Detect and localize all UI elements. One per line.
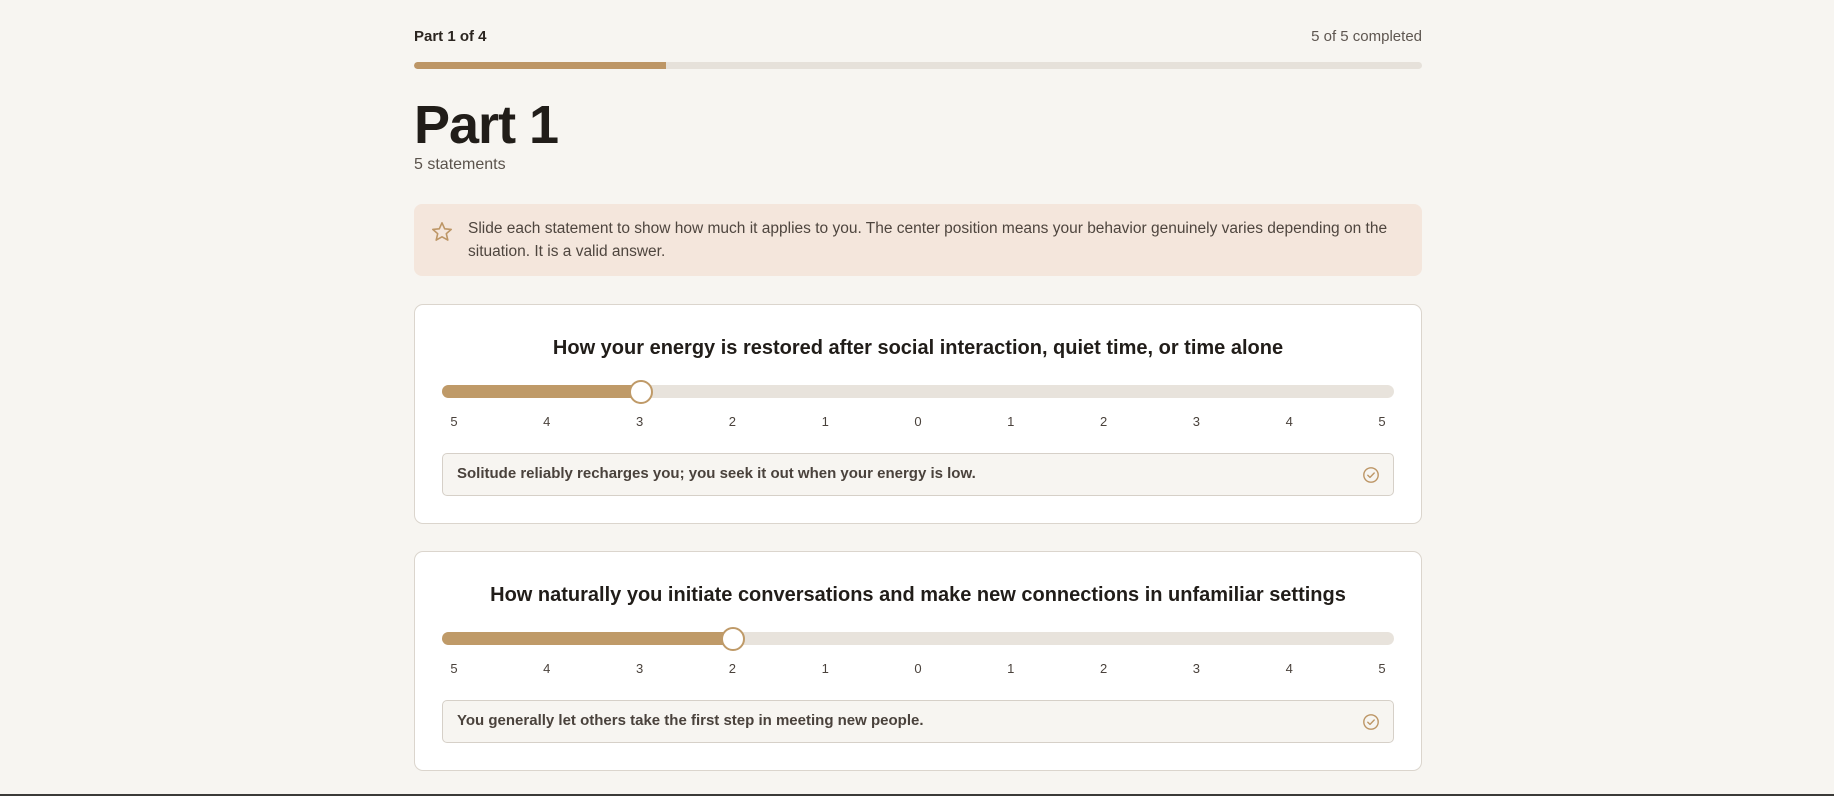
scale-label: 2 — [728, 661, 736, 676]
scale-label: 4 — [1285, 414, 1293, 429]
scale-label: 4 — [1285, 661, 1293, 676]
star-icon — [432, 222, 452, 241]
progress-bar-fill — [414, 62, 666, 69]
scale-label: 1 — [1007, 414, 1015, 429]
scale-label: 0 — [914, 661, 922, 676]
scale-label: 2 — [1099, 414, 1108, 429]
instruction-notice: Slide each statement to show how much it… — [414, 204, 1422, 276]
answer-text: You generally let others take the first … — [457, 712, 924, 729]
scale-label: 5 — [1378, 414, 1386, 429]
page-subtitle: 5 statements — [414, 156, 506, 173]
scale-label: 3 — [635, 661, 644, 676]
completed-count: 5 of 5 completed — [1311, 28, 1422, 45]
selected-answer: Solitude reliably recharges you; you see… — [442, 453, 1394, 496]
selected-answer: You generally let others take the first … — [442, 700, 1394, 743]
question-card: How naturally you initiate conversations… — [414, 551, 1422, 771]
scale-label: 1 — [1007, 661, 1015, 676]
scale-label: 3 — [1192, 414, 1200, 429]
scale-labels: 5 4 3 2 1 0 1 2 3 4 5 — [442, 661, 1394, 677]
check-circle-icon — [1363, 714, 1379, 730]
scale-label: 2 — [728, 414, 736, 429]
scale-label: 1 — [821, 414, 829, 429]
answer-text: Solitude reliably recharges you; you see… — [457, 465, 976, 482]
slider-thumb[interactable] — [628, 380, 653, 404]
progress-bar — [414, 62, 1422, 69]
scale-label: 2 — [1099, 661, 1108, 676]
slider-fill — [442, 632, 733, 645]
progress-header: Part 1 of 4 5 of 5 completed — [414, 28, 1422, 48]
response-slider[interactable] — [442, 380, 1394, 404]
instruction-text: Slide each statement to show how much it… — [468, 220, 1388, 260]
question-card: How your energy is restored after social… — [414, 304, 1422, 524]
scale-label: 3 — [635, 414, 644, 429]
scale-label: 1 — [821, 661, 829, 676]
scale-label: 5 — [450, 414, 458, 429]
scale-label: 5 — [1378, 661, 1386, 676]
scale-label: 5 — [450, 661, 458, 676]
slider-fill — [442, 385, 640, 398]
scale-label: 3 — [1192, 661, 1200, 676]
page-title: Part 1 — [414, 95, 559, 155]
scale-label: 4 — [543, 661, 551, 676]
part-indicator: Part 1 of 4 — [414, 28, 487, 45]
question-prompt: How naturally you initiate conversations… — [490, 584, 1346, 606]
scale-label: 4 — [543, 414, 551, 429]
response-slider[interactable] — [442, 627, 1394, 651]
slider-thumb[interactable] — [721, 627, 746, 651]
check-circle-icon — [1363, 467, 1379, 483]
question-prompt: How your energy is restored after social… — [552, 337, 1284, 359]
scale-labels: 5 4 3 2 1 0 1 2 3 4 5 — [442, 414, 1394, 430]
scale-label: 0 — [914, 414, 922, 429]
